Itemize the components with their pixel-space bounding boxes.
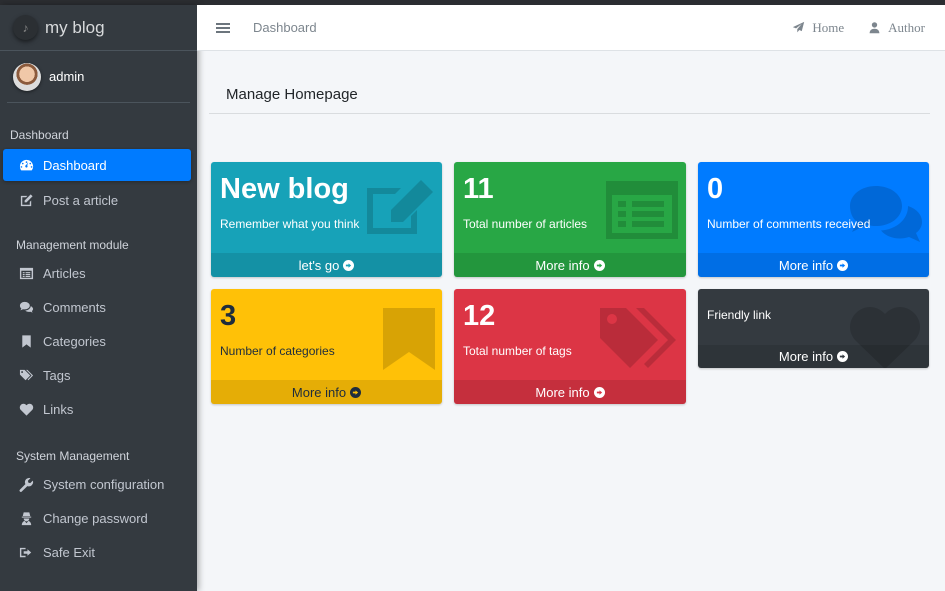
arrow-circle-right-icon [593, 386, 605, 398]
sidebar-item-label: Links [43, 401, 74, 417]
list-alt-icon [606, 181, 678, 244]
wrench-icon [18, 476, 34, 492]
sidebar-item-tags[interactable]: Tags [3, 358, 191, 392]
arrow-circle-right-icon [837, 259, 849, 271]
user-icon [869, 22, 880, 34]
box-description: Number of comments received [707, 217, 871, 231]
box-value: 12 [463, 300, 496, 332]
sidebar-item-label: Comments [43, 299, 106, 315]
pencil-square-icon [361, 178, 439, 245]
box-description: Total number of tags [463, 344, 572, 358]
box-value: 3 [220, 300, 237, 332]
paper-plane-icon [793, 21, 805, 33]
sidebar-item-label: Articles [43, 265, 86, 281]
arrow-circle-right-icon [350, 386, 362, 398]
tags-box: 12 Total number of tags More info [454, 289, 686, 404]
sidebar-item-safe-exit[interactable]: Safe Exit [3, 535, 191, 569]
arrow-circle-right-icon [593, 259, 605, 271]
box-description: Total number of articles [463, 217, 588, 231]
box-description: Number of categories [220, 344, 335, 358]
menu-toggle-icon[interactable] [216, 22, 230, 33]
page-title: Manage Homepage [226, 86, 358, 103]
bookmark-icon [18, 333, 34, 349]
articles-box: 11 Total number of articles More info [454, 162, 686, 277]
tachometer-icon [18, 157, 34, 173]
sidebar-item-label: Categories [43, 333, 106, 349]
categories-box: 3 Number of categories More info [211, 289, 442, 404]
new-blog-box: New blog Remember what you think let's g… [211, 162, 442, 277]
lets-go-link[interactable]: let's go [211, 253, 442, 277]
comments-box: 0 Number of comments received More info [698, 162, 929, 277]
box-description: Remember what you think [220, 217, 360, 231]
sidebar-item-categories[interactable]: Categories [3, 324, 191, 358]
box-description: Friendly link [707, 308, 772, 322]
user-panel[interactable]: admin [7, 51, 190, 103]
user-secret-icon [18, 510, 34, 526]
box-value: 11 [463, 173, 494, 205]
articles-more-info-link[interactable]: More info [454, 253, 686, 277]
edit-icon [18, 192, 34, 208]
heart-icon [18, 401, 34, 417]
footer-label: More info [535, 384, 590, 400]
comments-icon [18, 299, 34, 315]
sidebar-item-comments[interactable]: Comments [3, 290, 191, 324]
brand-link[interactable]: ♪ my blog [0, 5, 197, 51]
sidebar-item-label: Dashboard [43, 157, 107, 173]
nav-header-system: System Management [16, 449, 130, 463]
tags-icon [600, 308, 678, 375]
tags-icon [18, 367, 34, 383]
bookmark-icon [383, 308, 435, 375]
footer-label: More info [535, 257, 590, 273]
sidebar-item-label: System configuration [43, 476, 165, 492]
sidebar-item-links[interactable]: Links [3, 392, 191, 426]
arrow-circle-right-icon [343, 259, 355, 271]
sidebar-item-change-password[interactable]: Change password [3, 501, 191, 535]
home-link-label: Home [812, 19, 845, 35]
author-link[interactable]: Author [868, 20, 925, 36]
top-navbar: Dashboard Home Author [197, 5, 945, 51]
box-value: New blog [220, 173, 349, 205]
sidebar-item-articles[interactable]: Articles [3, 256, 191, 290]
brand-logo-icon: ♪ [13, 15, 38, 40]
comments-more-info-link[interactable]: More info [698, 253, 929, 277]
tags-more-info-link[interactable]: More info [454, 380, 686, 404]
footer-label: More info [778, 257, 834, 273]
user-name: admin [49, 69, 85, 84]
avatar [13, 62, 41, 91]
box-value: 0 [707, 173, 724, 205]
sidebar-item-label: Post a article [43, 192, 119, 208]
footer-label: More info [778, 349, 834, 364]
links-more-info-link[interactable]: More info [698, 345, 929, 368]
sidebar-item-label: Safe Exit [43, 544, 96, 560]
sidebar-item-post-article[interactable]: Post a article [3, 183, 191, 217]
sidebar: ♪ my blog admin Dashboard Dashboard Post… [0, 5, 197, 591]
sidebar-item-dashboard[interactable]: Dashboard [3, 149, 191, 181]
top-right-links: Home Author [768, 20, 925, 36]
list-alt-icon [18, 265, 34, 281]
home-link[interactable]: Home [792, 20, 844, 36]
footer-label: let's go [298, 257, 340, 273]
sign-out-icon [18, 544, 34, 560]
sidebar-item-label: Tags [43, 367, 71, 383]
arrow-circle-right-icon [837, 351, 849, 362]
categories-more-info-link[interactable]: More info [211, 380, 442, 404]
breadcrumb[interactable]: Dashboard [253, 20, 317, 35]
nav-header-management: Management module [16, 238, 129, 252]
brand-title: my blog [45, 17, 105, 37]
friendly-link-box: Friendly link More info [698, 289, 929, 368]
sidebar-item-system-config[interactable]: System configuration [3, 467, 191, 501]
page-header: Manage Homepage [209, 80, 930, 114]
footer-label: More info [291, 384, 347, 400]
author-link-label: Author [888, 19, 925, 35]
sidebar-item-label: Change password [43, 510, 148, 526]
nav-header-dashboard: Dashboard [10, 128, 69, 142]
